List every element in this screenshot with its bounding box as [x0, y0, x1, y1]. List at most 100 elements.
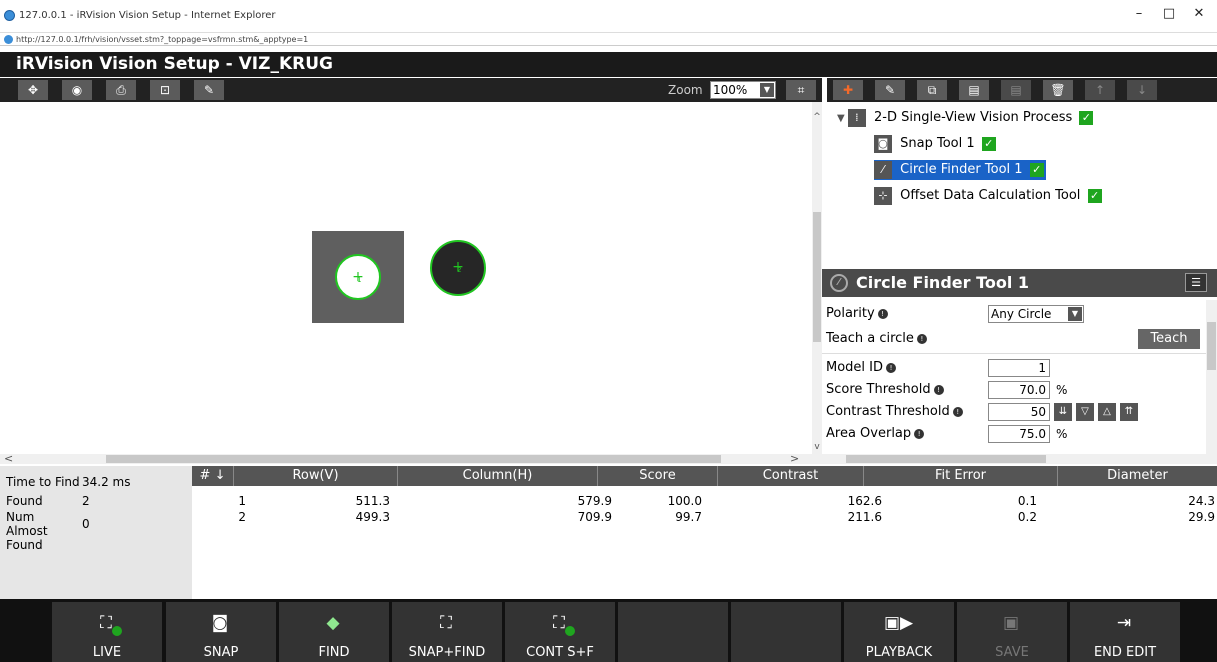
- area-unit: %: [1056, 427, 1068, 441]
- almost-value: 0: [82, 517, 90, 531]
- model-id-label: Model ID: [826, 360, 884, 375]
- col-header-diameter[interactable]: Diameter: [1058, 466, 1217, 486]
- teach-button[interactable]: Teach: [1138, 329, 1200, 349]
- snap-button[interactable]: ◙ SNAP: [166, 602, 276, 662]
- tree-item-snap[interactable]: ◙ Snap Tool 1 ✓: [874, 134, 996, 154]
- increase-icon[interactable]: △: [1098, 403, 1116, 421]
- col-header-fit-error[interactable]: Fit Error: [864, 466, 1058, 486]
- tree-root[interactable]: ▼ ⁞ 2-D Single-View Vision Process ✓: [837, 108, 1094, 128]
- col-header-row[interactable]: Row(V): [234, 466, 398, 486]
- cont-snap-find-label: CONT S+F: [526, 645, 594, 660]
- tree-item-circle-finder[interactable]: ⁄ Circle Finder Tool 1 ✓: [874, 160, 1046, 180]
- found-circle-2: + 2: [430, 240, 486, 296]
- menu-icon[interactable]: ☰: [1185, 273, 1207, 292]
- scroll-down-icon[interactable]: v: [812, 442, 822, 452]
- play-badge-icon: [565, 626, 575, 636]
- check-icon: ✓: [981, 136, 996, 151]
- zoom-label: Zoom: [668, 83, 703, 97]
- result-summary: Time to Find 34.2 ms Found 2 Num Almost …: [0, 466, 192, 599]
- scroll-thumb[interactable]: [846, 455, 1046, 463]
- address-bar[interactable]: http://127.0.0.1/frh/vision/vsset.stm?_t…: [0, 32, 1217, 46]
- move-down-icon[interactable]: ↓: [1127, 80, 1157, 100]
- empty-button-slot: [731, 602, 841, 662]
- found-label-2: 2: [457, 266, 462, 274]
- page-icon: [4, 35, 13, 44]
- close-window-button[interactable]: ✕: [1184, 6, 1214, 21]
- find-button[interactable]: ◆ FIND: [279, 602, 389, 662]
- cell-fit-error: 0.1: [1017, 494, 1037, 508]
- camera-icon: ◙: [874, 134, 892, 153]
- teach-label: Teach a circle: [826, 331, 914, 346]
- area-label: Area Overlap: [826, 426, 912, 441]
- info-icon[interactable]: !: [952, 406, 963, 417]
- found-label-1: 1: [357, 276, 362, 284]
- info-icon[interactable]: !: [916, 333, 927, 344]
- info-icon[interactable]: !: [933, 384, 944, 395]
- cell-score: 99.7: [675, 510, 702, 524]
- browser-title-bar: 127.0.0.1 - iRVision Vision Setup - Inte…: [0, 0, 1217, 30]
- score-threshold-input[interactable]: 70.0: [988, 381, 1050, 399]
- results-table: # ↓ Row(V) Column(H) Score Contrast Fit …: [192, 466, 1217, 599]
- contrast-threshold-input[interactable]: 50: [988, 403, 1050, 421]
- col-header-contrast[interactable]: Contrast: [718, 466, 864, 486]
- col-header-column[interactable]: Column(H): [398, 466, 598, 486]
- zoom-select[interactable]: 100% ▼: [710, 81, 776, 99]
- minimize-button[interactable]: –: [1124, 6, 1154, 21]
- polarity-select[interactable]: Any Circle ▼: [988, 305, 1084, 323]
- found-label: Found: [6, 494, 43, 508]
- circle-finder-icon: ⁄: [874, 160, 892, 179]
- rename-tool-icon[interactable]: ▤: [1001, 80, 1031, 100]
- decrease-fast-icon[interactable]: ⇊: [1054, 403, 1072, 421]
- save-button[interactable]: ▣ SAVE: [957, 602, 1067, 662]
- increase-fast-icon[interactable]: ⇈: [1120, 403, 1138, 421]
- end-edit-button[interactable]: ⇥ END EDIT: [1070, 602, 1180, 662]
- panel-vscroll[interactable]: [1206, 300, 1217, 454]
- image-viewer[interactable]: [0, 102, 812, 454]
- tree-item-label: Offset Data Calculation Tool: [900, 188, 1081, 203]
- expand-icon[interactable]: ▼: [837, 113, 848, 124]
- snap-icon[interactable]: ⊡: [150, 80, 180, 100]
- pen-icon[interactable]: ✎: [194, 80, 224, 100]
- model-id-input[interactable]: 1: [988, 359, 1050, 377]
- offset-calc-icon: ⊹: [874, 186, 892, 205]
- col-header-index[interactable]: # ↓: [192, 466, 234, 486]
- found-circle-1: + 1: [335, 254, 381, 300]
- info-icon[interactable]: !: [877, 308, 888, 319]
- scroll-up-icon[interactable]: ^: [812, 112, 822, 122]
- panel-hscroll[interactable]: [822, 454, 1217, 464]
- live-button[interactable]: ⛶ LIVE: [52, 602, 162, 662]
- save-image-icon[interactable]: ⎙: [106, 80, 136, 100]
- image-hscroll[interactable]: < >: [0, 452, 822, 465]
- info-icon[interactable]: !: [886, 362, 897, 373]
- scroll-thumb[interactable]: [1207, 322, 1216, 370]
- scroll-right-icon[interactable]: >: [790, 452, 799, 465]
- copy-tool-icon[interactable]: ⧉: [917, 80, 947, 100]
- scroll-thumb[interactable]: [813, 212, 821, 342]
- fit-image-button[interactable]: ⌗: [786, 80, 816, 100]
- move-up-icon[interactable]: ↑: [1085, 80, 1115, 100]
- playback-button[interactable]: ▣▶ PLAYBACK: [844, 602, 954, 662]
- scroll-left-icon[interactable]: <: [4, 452, 13, 465]
- play-badge-icon: [112, 626, 122, 636]
- tree-item-offset[interactable]: ⊹ Offset Data Calculation Tool ✓: [874, 186, 1102, 206]
- time-value: 34.2 ms: [82, 475, 131, 489]
- address-text: http://127.0.0.1/frh/vision/vsset.stm?_t…: [16, 35, 309, 44]
- camera-icon[interactable]: ◉: [62, 80, 92, 100]
- circle-finder-icon: ⁄: [830, 274, 848, 292]
- maximize-button[interactable]: □: [1154, 6, 1184, 21]
- area-overlap-input[interactable]: 75.0: [988, 425, 1050, 443]
- info-icon[interactable]: !: [914, 428, 925, 439]
- col-header-score[interactable]: Score: [598, 466, 718, 486]
- image-vscroll[interactable]: ^ v: [812, 102, 822, 454]
- paste-tool-icon[interactable]: ▤: [959, 80, 989, 100]
- decrease-icon[interactable]: ▽: [1076, 403, 1094, 421]
- crosshair-icon[interactable]: ✥: [18, 80, 48, 100]
- snap-find-button[interactable]: ⛶ SNAP+FIND: [392, 602, 502, 662]
- edit-icon[interactable]: ✎: [875, 80, 905, 100]
- find-label: FIND: [318, 645, 350, 660]
- cont-snap-find-button[interactable]: ⛶ CONT S+F: [505, 602, 615, 662]
- add-tool-icon[interactable]: ✚: [833, 80, 863, 100]
- cell-fit-error: 0.2: [1017, 510, 1037, 524]
- delete-icon[interactable]: 🗑: [1043, 80, 1073, 100]
- scroll-thumb[interactable]: [106, 455, 721, 463]
